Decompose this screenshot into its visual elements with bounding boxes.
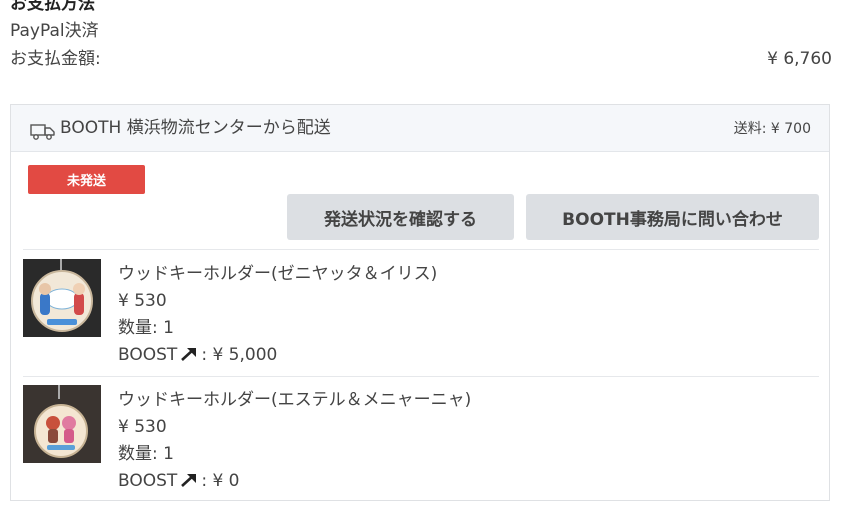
check-shipping-status-button[interactable]: 発送状況を確認する	[287, 194, 514, 240]
boost-label: BOOST	[118, 471, 178, 491]
product-thumbnail[interactable]	[23, 259, 101, 337]
divider	[23, 249, 819, 250]
boost-value: : ¥ 0	[201, 471, 240, 491]
item-boost: BOOST : ¥ 5,000	[118, 344, 277, 366]
payment-method-heading: お支払方法	[10, 0, 95, 14]
item-title[interactable]: ウッドキーホルダー(エステル＆メニャーニャ)	[118, 389, 471, 411]
product-thumbnail[interactable]	[23, 385, 101, 463]
payment-method-value: PayPal決済	[10, 21, 99, 41]
shipment-origin: BOOTH 横浜物流センターから配送	[60, 118, 331, 138]
boost-arrow-icon	[180, 346, 198, 362]
status-badge: 未発送	[28, 165, 145, 194]
item-quantity: 数量: 1	[118, 444, 174, 464]
divider	[23, 376, 819, 377]
shipment-card: BOOTH 横浜物流センターから配送 送料: ¥ 700 未発送 発送状況を確認…	[10, 104, 830, 501]
contact-booth-button[interactable]: BOOTH事務局に問い合わせ	[526, 194, 819, 240]
shipment-header: BOOTH 横浜物流センターから配送 送料: ¥ 700	[11, 105, 829, 152]
boost-arrow-icon	[180, 472, 198, 488]
item-price: ¥ 530	[118, 417, 167, 437]
item-quantity: 数量: 1	[118, 318, 174, 338]
list-item: ウッドキーホルダー(ゼニヤッタ＆イリス) ¥ 530 数量: 1 BOOST : …	[23, 257, 813, 367]
item-price: ¥ 530	[118, 291, 167, 311]
boost-value: : ¥ 5,000	[201, 345, 278, 365]
shipping-fee: 送料: ¥ 700	[733, 121, 811, 137]
truck-icon	[30, 121, 56, 141]
item-title[interactable]: ウッドキーホルダー(ゼニヤッタ＆イリス)	[118, 263, 437, 285]
item-boost: BOOST : ¥ 0	[118, 470, 239, 492]
payment-total-value: ¥ 6,760	[767, 49, 832, 69]
payment-total-label: お支払金額:	[10, 49, 101, 69]
list-item: ウッドキーホルダー(エステル＆メニャーニャ) ¥ 530 数量: 1 BOOST…	[23, 383, 813, 493]
boost-label: BOOST	[118, 345, 178, 365]
